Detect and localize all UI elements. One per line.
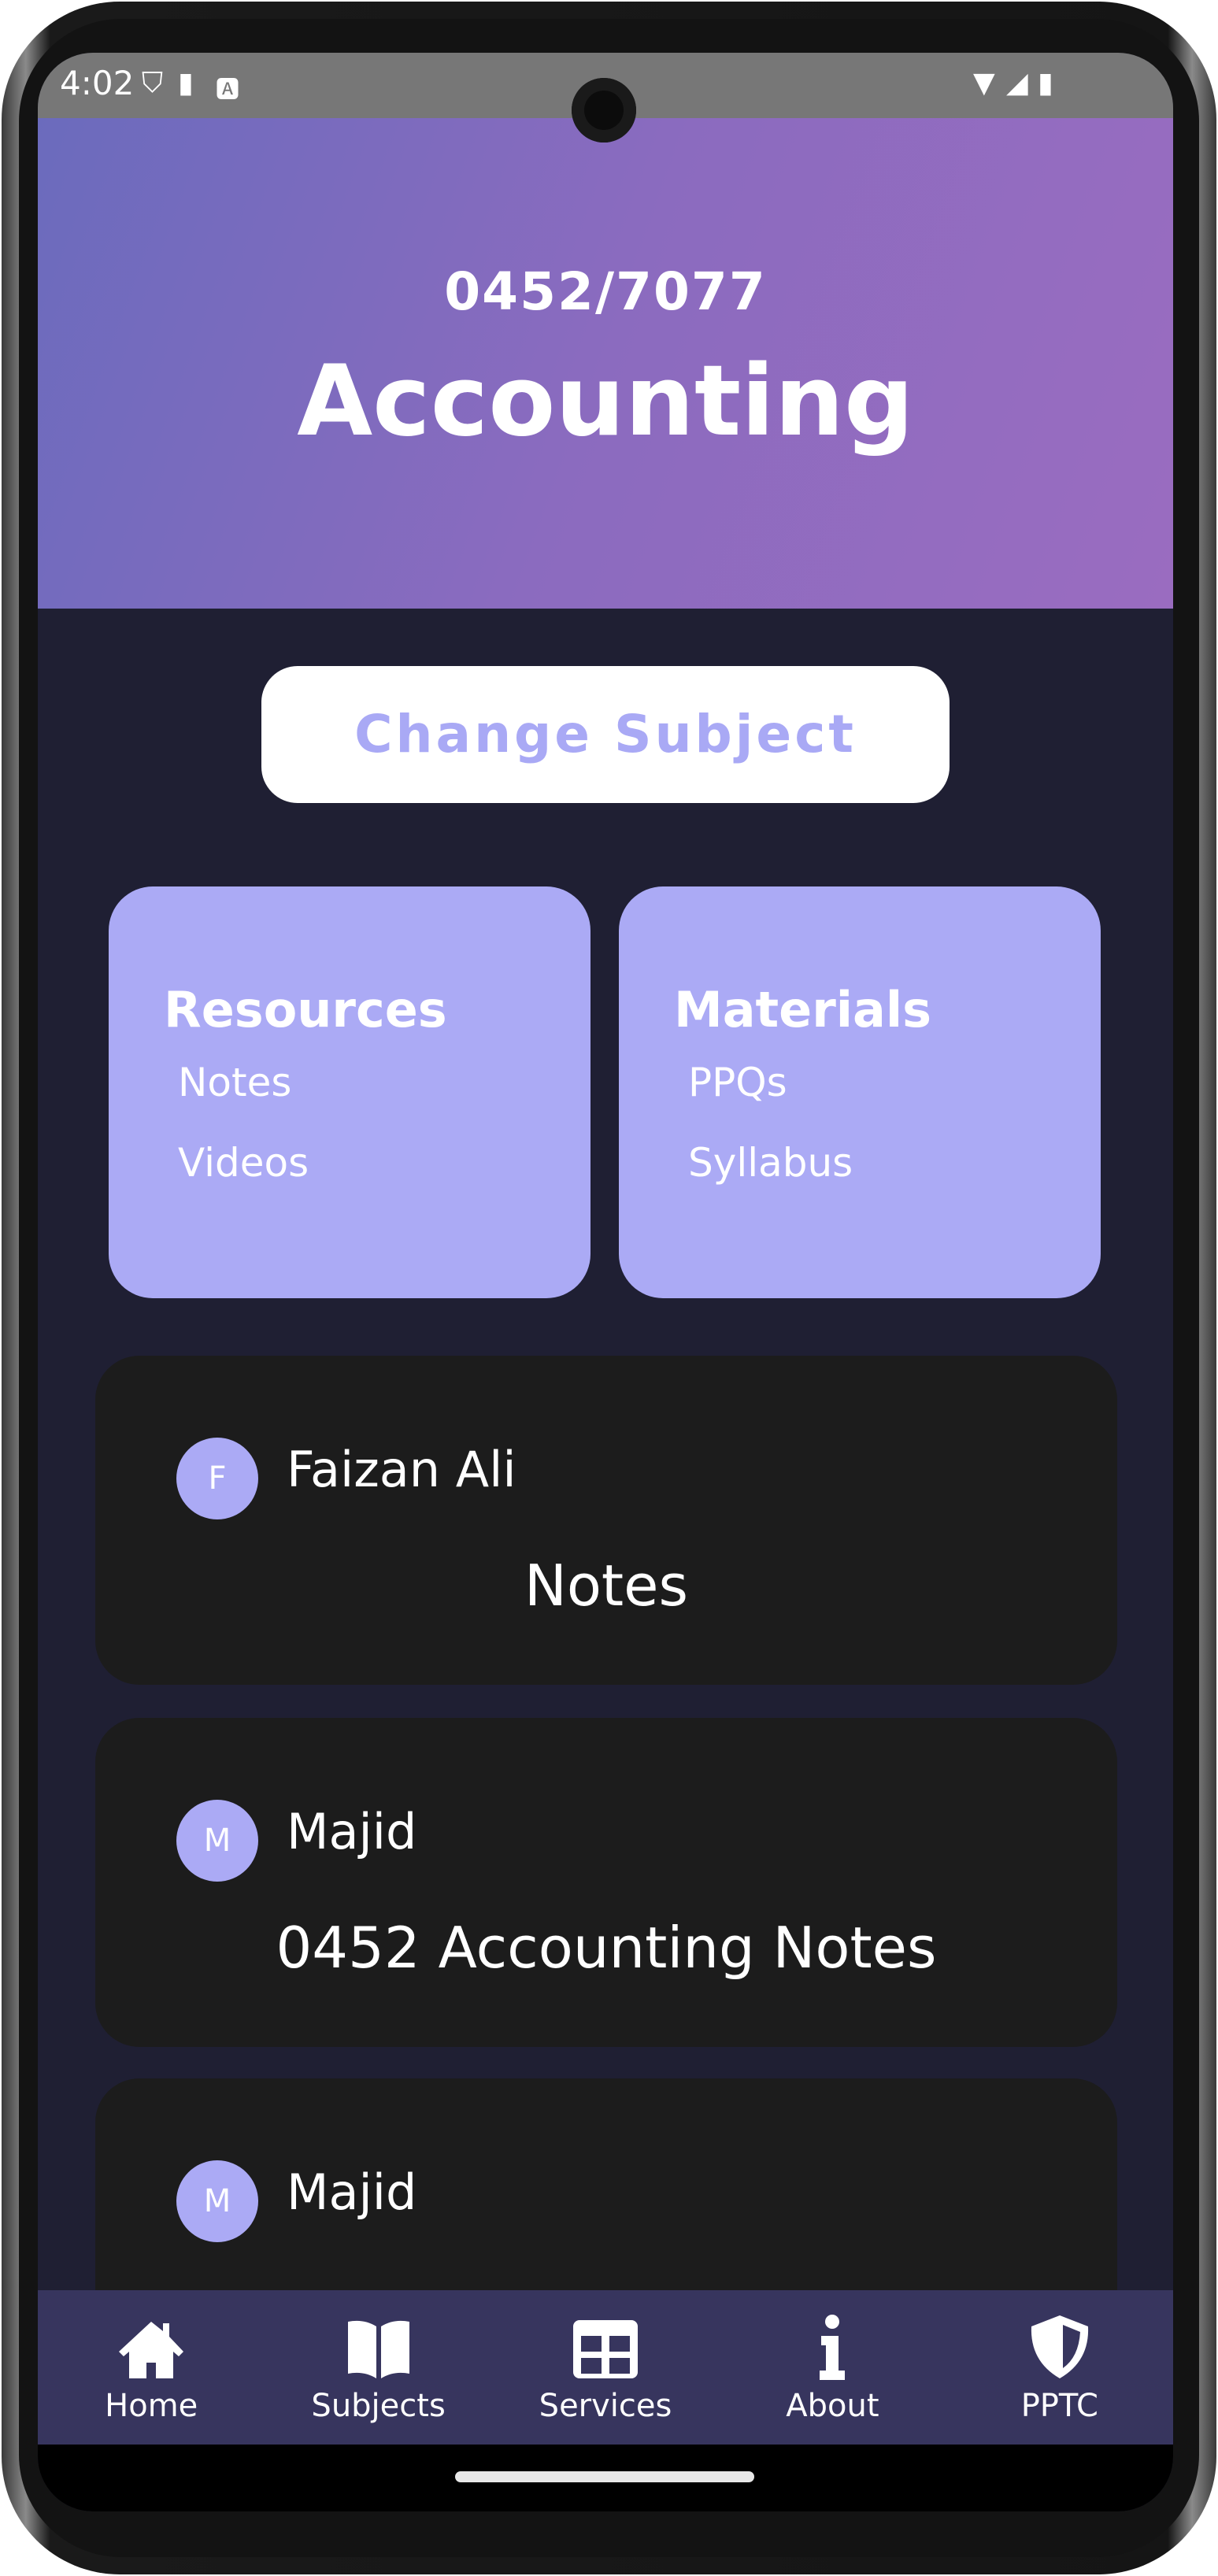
post-title: 0452 Accounting Notes bbox=[276, 1915, 937, 1981]
nav-label: PPTC bbox=[1020, 2388, 1098, 2424]
avatar: M bbox=[176, 1800, 258, 1882]
wifi-icon: ▼ bbox=[973, 67, 995, 99]
post-author: Majid bbox=[287, 1803, 417, 1860]
nav-subjects[interactable]: Subjects bbox=[265, 2290, 491, 2445]
font-a-icon: 🅰 bbox=[216, 76, 239, 104]
clock: 4:02 bbox=[60, 64, 135, 102]
battery-icon: ▮ bbox=[1038, 67, 1053, 99]
nav-pptc[interactable]: PPTC bbox=[946, 2290, 1173, 2445]
shield-icon bbox=[946, 2314, 1173, 2380]
bottom-navigation: Home Subjects Services About PPTC bbox=[38, 2290, 1173, 2445]
subject-code: 0452/7077 bbox=[444, 261, 767, 322]
post-title: Notes bbox=[524, 1553, 688, 1619]
sd-card-icon: ▮ bbox=[178, 67, 194, 99]
change-subject-button[interactable]: Change Subject bbox=[261, 666, 950, 803]
videos-link[interactable]: Videos bbox=[178, 1140, 309, 1186]
gesture-bar bbox=[38, 2445, 1173, 2511]
play-protect-icon: ⛉ bbox=[142, 67, 164, 99]
syllabus-link[interactable]: Syllabus bbox=[688, 1140, 853, 1186]
resources-tile[interactable]: Resources Notes Videos bbox=[109, 886, 590, 1298]
avatar: M bbox=[176, 2160, 258, 2242]
book-icon bbox=[265, 2314, 491, 2380]
camera-cutout bbox=[572, 78, 636, 142]
nav-services[interactable]: Services bbox=[492, 2290, 719, 2445]
post-card[interactable]: F Faizan Ali Notes bbox=[95, 1356, 1117, 1685]
info-icon bbox=[719, 2314, 946, 2380]
nav-home[interactable]: Home bbox=[38, 2290, 265, 2445]
subject-title: Accounting bbox=[297, 345, 914, 458]
materials-tile[interactable]: Materials PPQs Syllabus bbox=[619, 886, 1101, 1298]
nav-label: Home bbox=[105, 2388, 198, 2424]
post-author: Faizan Ali bbox=[287, 1441, 516, 1498]
nav-label: About bbox=[786, 2388, 879, 2424]
home-handle[interactable] bbox=[455, 2471, 754, 2482]
notes-link[interactable]: Notes bbox=[178, 1060, 291, 1105]
nav-label: Subjects bbox=[311, 2388, 446, 2424]
screen: 4:02 ⛉ ▮ 🅰 ▼ ◢ ▮ 0452/7077 Accounting Ch… bbox=[38, 53, 1173, 2511]
tile-title: Resources bbox=[164, 981, 447, 1038]
grid-icon bbox=[492, 2314, 719, 2380]
nav-about[interactable]: About bbox=[719, 2290, 946, 2445]
ppqs-link[interactable]: PPQs bbox=[688, 1060, 787, 1105]
nav-label: Services bbox=[539, 2388, 672, 2424]
subject-header: 0452/7077 Accounting bbox=[38, 118, 1173, 609]
home-icon bbox=[38, 2314, 265, 2380]
post-card[interactable]: M Majid 0452 Accounting Notes bbox=[95, 1718, 1117, 2047]
post-author: Majid bbox=[287, 2163, 417, 2221]
tile-title: Materials bbox=[674, 981, 932, 1038]
signal-icon: ◢ bbox=[1006, 67, 1028, 99]
avatar: F bbox=[176, 1438, 258, 1519]
